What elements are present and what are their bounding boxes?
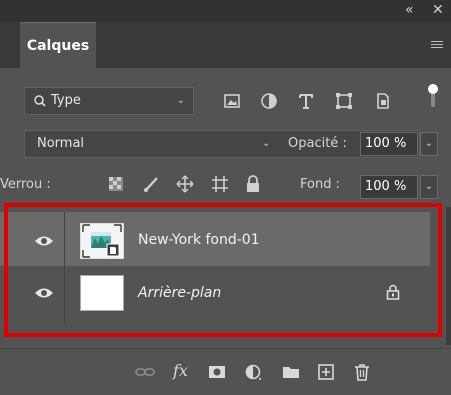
text-filter-icon[interactable]	[296, 91, 316, 111]
opacity-label: Opacité :	[288, 136, 347, 151]
tab-layers[interactable]: Calques	[20, 22, 96, 69]
layers-scrollbar[interactable]	[446, 207, 451, 345]
lock-label: Verrou :	[0, 177, 51, 192]
fill-dropdown-button[interactable]: ⌄	[420, 175, 438, 199]
fill-label: Fond :	[300, 177, 340, 192]
layer-filter-select[interactable]: Type ⌄	[24, 87, 194, 115]
fill-input[interactable]: 100 %	[360, 175, 418, 199]
fx-icon[interactable]: fx	[173, 361, 188, 380]
blend-mode-value: Normal	[37, 136, 85, 151]
panel-menu-icon[interactable]	[431, 41, 443, 50]
lock-transparent-icon[interactable]	[107, 175, 125, 193]
opacity-dropdown-button[interactable]: ⌄	[420, 132, 438, 156]
image-filter-icon[interactable]	[222, 91, 242, 111]
link-layers-icon[interactable]	[135, 362, 155, 382]
add-mask-icon[interactable]	[207, 362, 227, 382]
collapse-panel-icon[interactable]: «	[405, 2, 414, 18]
panel-tab-strip: Calques	[0, 22, 451, 69]
chevron-down-icon: ⌄	[176, 95, 185, 106]
lock-position-icon[interactable]	[176, 175, 194, 193]
smart-object-filter-icon[interactable]	[373, 91, 393, 111]
delete-layer-icon[interactable]	[352, 362, 372, 382]
filter-kind-label: Type	[51, 93, 81, 108]
lock-all-icon[interactable]	[244, 175, 262, 193]
shape-filter-icon[interactable]	[334, 91, 354, 111]
close-panel-icon[interactable]: ✕	[432, 2, 444, 18]
new-layer-icon[interactable]	[316, 362, 336, 382]
new-group-icon[interactable]	[281, 362, 301, 382]
adjustment-filter-icon[interactable]	[259, 91, 279, 111]
lock-image-icon[interactable]	[142, 175, 160, 193]
opacity-input[interactable]: 100 %	[360, 132, 418, 156]
panel-titlebar: « ✕	[0, 0, 451, 22]
search-icon	[34, 95, 46, 107]
lock-artboard-icon[interactable]	[211, 175, 229, 193]
red-highlight-box	[4, 203, 442, 337]
new-adjustment-icon[interactable]	[243, 362, 263, 382]
filter-toggle-switch[interactable]	[427, 83, 439, 107]
chevron-down-icon: ⌄	[262, 138, 271, 149]
